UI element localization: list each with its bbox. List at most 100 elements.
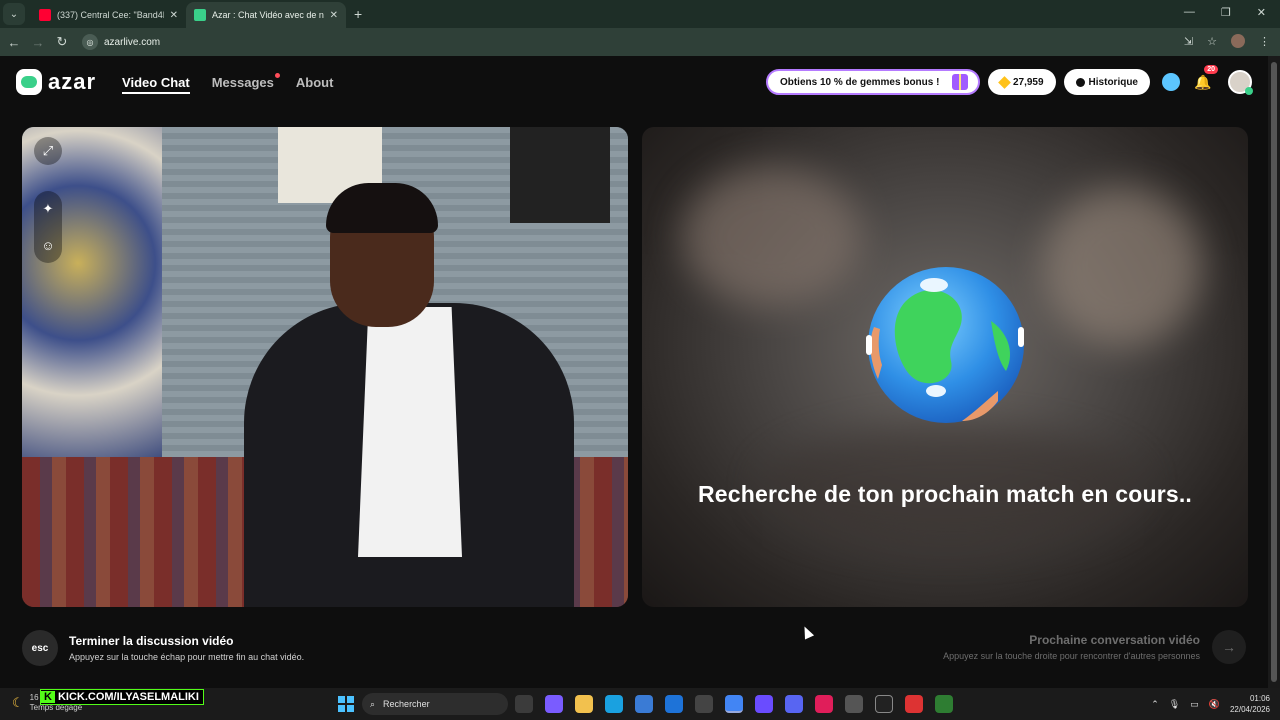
- browser-tab-strip: ⌄ (337) Central Cee: "Band4Band ✕ Azar :…: [0, 0, 1280, 28]
- site-info-icon[interactable]: ◎: [82, 34, 98, 50]
- kick-overlay-text: KICK.COM/ILYASELMALIKI: [57, 691, 199, 703]
- nav-about[interactable]: About: [296, 75, 334, 90]
- search-icon: ⌕: [370, 698, 376, 709]
- nav-messages-label: Messages: [211, 74, 274, 90]
- history-button[interactable]: Historique: [1063, 69, 1150, 95]
- kick-overlay-banner: K KICK.COM/ILYASELMALIKI: [40, 689, 204, 705]
- magic-wand-icon[interactable]: ✦: [34, 195, 62, 223]
- page-scrollbar[interactable]: [1268, 56, 1280, 688]
- system-clock[interactable]: 01:06 22/04/2026: [1230, 693, 1270, 715]
- globe-icon: [866, 267, 1024, 423]
- person-shirt: [358, 307, 462, 557]
- tab-title: (337) Central Cee: "Band4Band: [57, 10, 164, 20]
- chrome-icon[interactable]: [725, 695, 743, 713]
- nav-video-chat[interactable]: Video Chat: [122, 75, 190, 94]
- install-app-icon[interactable]: ⇲: [1184, 35, 1193, 48]
- gems-balance-button[interactable]: 27,959: [987, 69, 1056, 95]
- gem-icon: [998, 75, 1011, 89]
- end-call-title: Terminer la discussion vidéo: [69, 634, 234, 648]
- clock-time: 01:06: [1249, 694, 1270, 703]
- end-call-hint: esc Terminer la discussion vidéo Appuyez…: [22, 630, 304, 666]
- next-arrow-button[interactable]: →: [1212, 630, 1246, 664]
- browser-menu-icon[interactable]: ⋮: [1259, 35, 1270, 48]
- mute-icon[interactable]: 🔇: [1209, 699, 1220, 710]
- app-icon[interactable]: [695, 695, 713, 713]
- close-tab-icon[interactable]: ✕: [330, 10, 338, 21]
- azar-logo[interactable]: azar: [16, 69, 96, 95]
- end-call-text: Terminer la discussion vidéo Appuyez sur…: [69, 634, 304, 662]
- tab-title: Azar : Chat Vidéo avec de n: [212, 10, 324, 20]
- close-tab-icon[interactable]: ✕: [170, 10, 178, 21]
- kick-logo-icon: K: [41, 691, 55, 703]
- nav-messages[interactable]: Messages: [211, 72, 280, 90]
- system-tray: ⌃ 🎙 ▭ 🔇 01:06 22/04/2026: [1151, 693, 1270, 715]
- store-icon[interactable]: [635, 695, 653, 713]
- chat-bubble-icon[interactable]: [1162, 73, 1180, 91]
- game-controller-icon[interactable]: [755, 695, 773, 713]
- reload-icon[interactable]: ↻: [52, 34, 72, 50]
- online-status-dot: [1245, 87, 1253, 95]
- self-video-feed: ⤢ ✦ ☺: [22, 127, 628, 607]
- task-view-icon[interactable]: [515, 695, 533, 713]
- searching-match-text: Recherche de ton prochain match en cours…: [697, 481, 1193, 507]
- logo-text: azar: [48, 69, 97, 94]
- restore-icon[interactable]: ❐: [1221, 6, 1231, 19]
- bonus-gems-promo-button[interactable]: Obtiens 10 % de gemmes bonus !: [765, 69, 980, 95]
- top-navigation: azar Video Chat Messages About Obtiens 1…: [0, 56, 1268, 108]
- face-filter-icon[interactable]: ☺: [34, 231, 62, 259]
- app-icon[interactable]: [905, 695, 923, 713]
- blurred-background: [682, 167, 862, 307]
- clock-date: 22/04/2026: [1229, 705, 1270, 714]
- gems-count: 27,959: [1012, 76, 1044, 88]
- browser-tab-azar[interactable]: Azar : Chat Vidéo avec de n ✕: [186, 2, 346, 28]
- partner-video-area: Recherche de ton prochain match en cours…: [642, 127, 1248, 607]
- app-icon[interactable]: [845, 695, 863, 713]
- address-bar-actions: ⇲ ☆ ⋮: [1184, 34, 1270, 48]
- chevron-up-icon[interactable]: ⌃: [1151, 699, 1159, 710]
- minimize-icon[interactable]: —: [1184, 6, 1195, 19]
- tab-search-button[interactable]: ⌄: [3, 3, 25, 25]
- profile-avatar-icon[interactable]: [1231, 34, 1245, 48]
- promo-label: Obtiens 10 % de gemmes bonus !: [779, 76, 940, 88]
- forward-icon[interactable]: →: [28, 35, 48, 50]
- effects-toolbar: ✦ ☺: [34, 191, 62, 263]
- next-call-title: Prochaine conversation vidéo: [1029, 633, 1200, 647]
- new-tab-icon[interactable]: +: [354, 6, 362, 22]
- user-avatar[interactable]: [1228, 70, 1253, 95]
- clock-icon: [1075, 77, 1085, 87]
- adobe-icon[interactable]: [815, 695, 833, 713]
- taskbar-search-box[interactable]: ⌕ Rechercher: [362, 693, 508, 715]
- blurred-background: [1042, 187, 1202, 347]
- windows-taskbar: ☾ 16 Temps dégagé K KICK.COM/ILYASELMALI…: [0, 688, 1280, 720]
- copilot-icon[interactable]: [545, 695, 563, 713]
- app-icon[interactable]: [875, 695, 893, 713]
- next-call-hint: Prochaine conversation vidéo Appuyez sur…: [943, 630, 1246, 664]
- video-background-dark-shirt: [510, 127, 610, 223]
- microphone-icon[interactable]: 🎙: [1169, 699, 1180, 710]
- expand-icon[interactable]: ⤢: [34, 137, 62, 165]
- outlook-icon[interactable]: [665, 695, 683, 713]
- window-controls: — ❐ ✕: [1184, 6, 1266, 19]
- browser-tab-youtube[interactable]: (337) Central Cee: "Band4Band ✕: [31, 2, 186, 28]
- url-field[interactable]: ◎ azarlive.com: [82, 31, 1232, 53]
- back-icon[interactable]: ←: [4, 35, 24, 50]
- windows-start-icon[interactable]: [338, 696, 354, 712]
- azar-favicon-icon: [194, 9, 206, 21]
- unread-dot: [274, 72, 280, 78]
- notifications-bell-icon[interactable]: 🔔 20: [1194, 65, 1218, 91]
- file-explorer-icon[interactable]: [575, 695, 593, 713]
- discord-icon[interactable]: [785, 695, 803, 713]
- close-window-icon[interactable]: ✕: [1257, 6, 1266, 19]
- taskbar-search-placeholder: Rechercher: [383, 699, 430, 709]
- scrollbar-thumb[interactable]: [1271, 62, 1277, 682]
- app-icon[interactable]: [935, 695, 953, 713]
- bookmark-star-icon[interactable]: ☆: [1207, 35, 1217, 48]
- nav-actions: Obtiens 10 % de gemmes bonus ! 27,959 Hi…: [765, 65, 1253, 95]
- azar-page: azar Video Chat Messages About Obtiens 1…: [0, 56, 1268, 688]
- edge-icon[interactable]: [605, 695, 623, 713]
- video-tools: ⤢ ✦ ☺: [34, 137, 62, 263]
- display-icon[interactable]: ▭: [1190, 699, 1199, 710]
- gift-icon: [951, 74, 968, 90]
- esc-key-button[interactable]: esc: [22, 630, 58, 666]
- next-call-subtitle: Appuyez sur la touche droite pour rencon…: [943, 651, 1200, 661]
